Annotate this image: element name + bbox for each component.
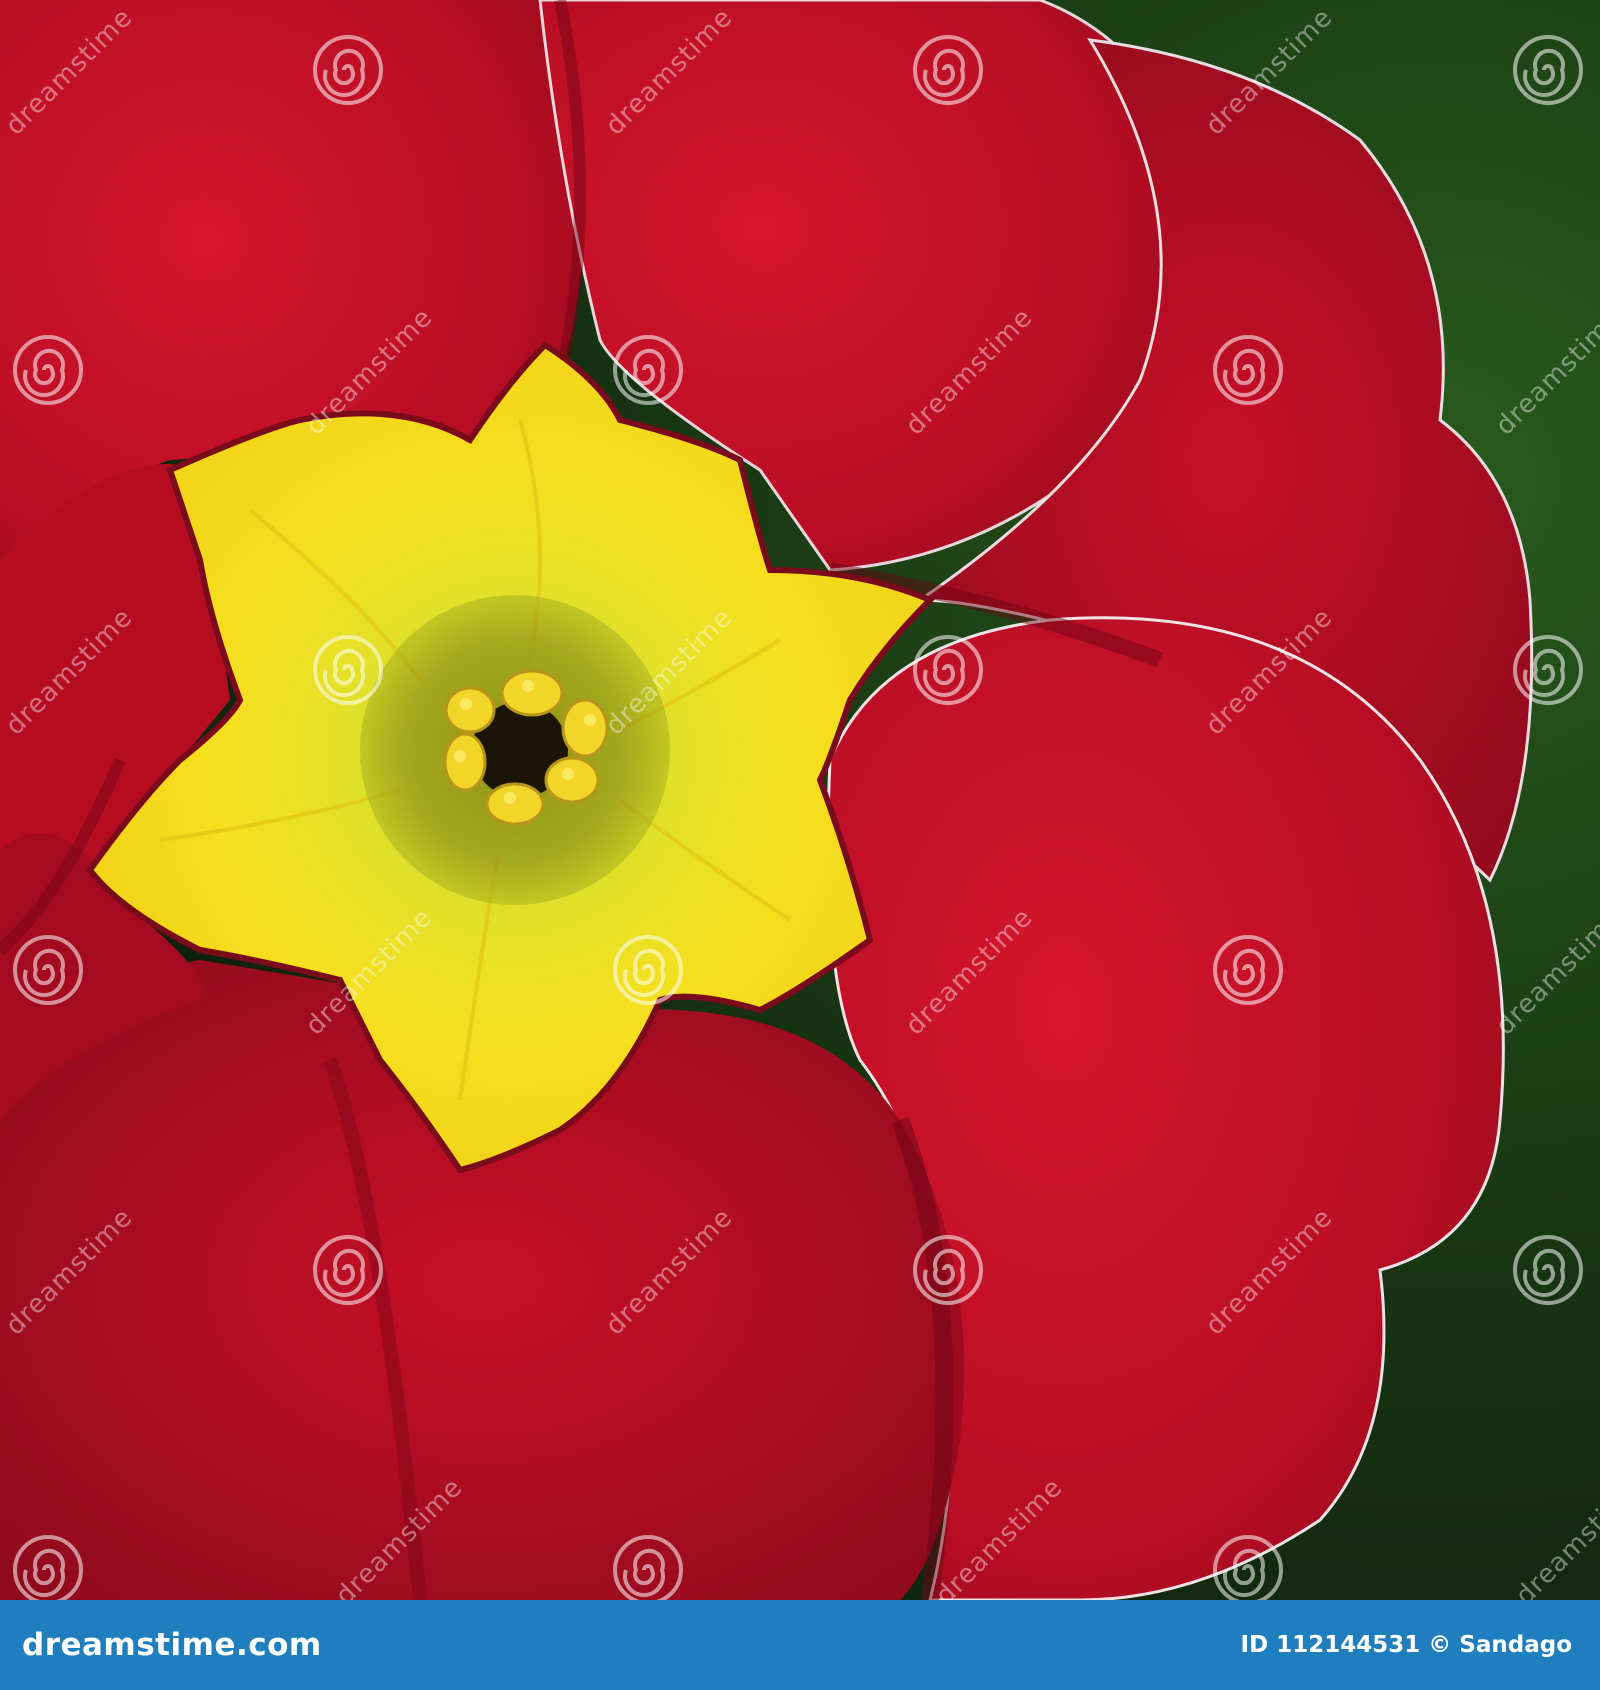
image-id: 112144531	[1276, 1632, 1421, 1658]
photo	[0, 0, 1600, 1600]
copyright-symbol: ©	[1428, 1632, 1452, 1658]
footer-bar: dreamstime.com ID 112144531 © Sandago	[0, 1600, 1600, 1690]
footer-logo[interactable]: dreamstime.com	[22, 1627, 322, 1663]
primrose-flower-illustration	[0, 0, 1600, 1600]
id-label: ID	[1240, 1632, 1269, 1658]
image-credit: ID 112144531 © Sandago	[1241, 1632, 1572, 1658]
author-name: Sandago	[1459, 1632, 1572, 1658]
